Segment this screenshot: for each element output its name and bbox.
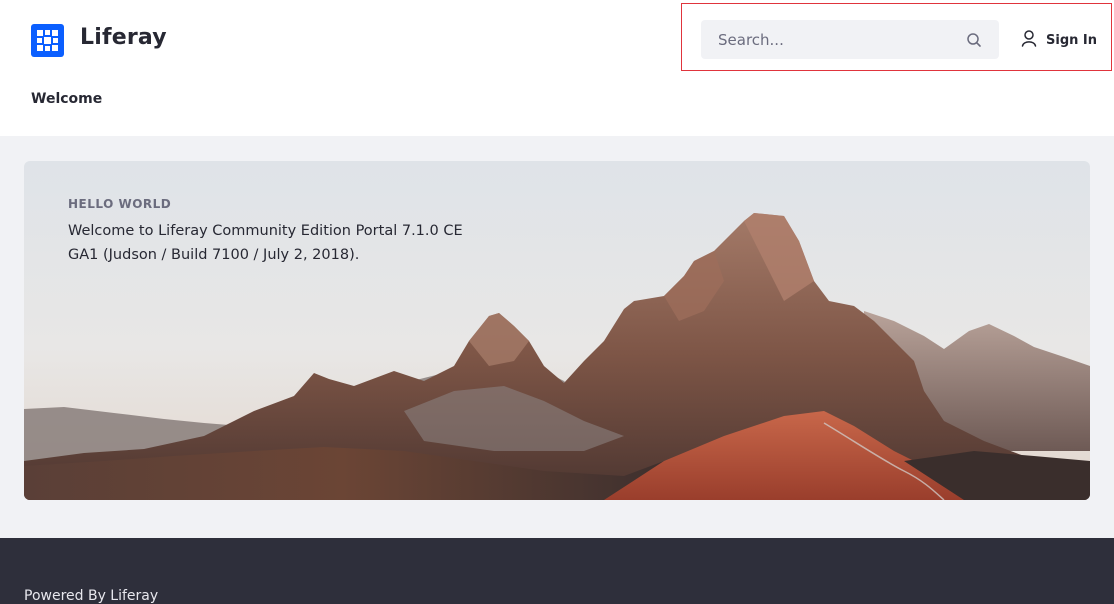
footer-text: Powered By Liferay — [24, 588, 159, 604]
site-footer: Powered By Liferay — [0, 538, 1114, 604]
sign-in-link[interactable]: Sign In — [1020, 29, 1097, 51]
search-input[interactable] — [701, 20, 951, 59]
site-header: Liferay Welcome Sign In — [0, 0, 1114, 136]
hero-banner: HELLO WORLD Welcome to Liferay Community… — [24, 161, 1090, 500]
search-icon[interactable] — [963, 29, 985, 51]
nav-item-welcome[interactable]: Welcome — [31, 91, 102, 107]
search-bar — [701, 20, 999, 59]
site-brand-name[interactable]: Liferay — [80, 25, 167, 50]
main-content: HELLO WORLD Welcome to Liferay Community… — [0, 136, 1114, 538]
mountain-landscape-image — [24, 161, 1090, 500]
user-icon — [1020, 29, 1038, 51]
banner-text: Welcome to Liferay Community Edition Por… — [68, 223, 463, 263]
liferay-logo-icon[interactable] — [31, 24, 64, 57]
banner-eyebrow: HELLO WORLD — [68, 197, 172, 211]
sign-in-label: Sign In — [1046, 32, 1097, 48]
